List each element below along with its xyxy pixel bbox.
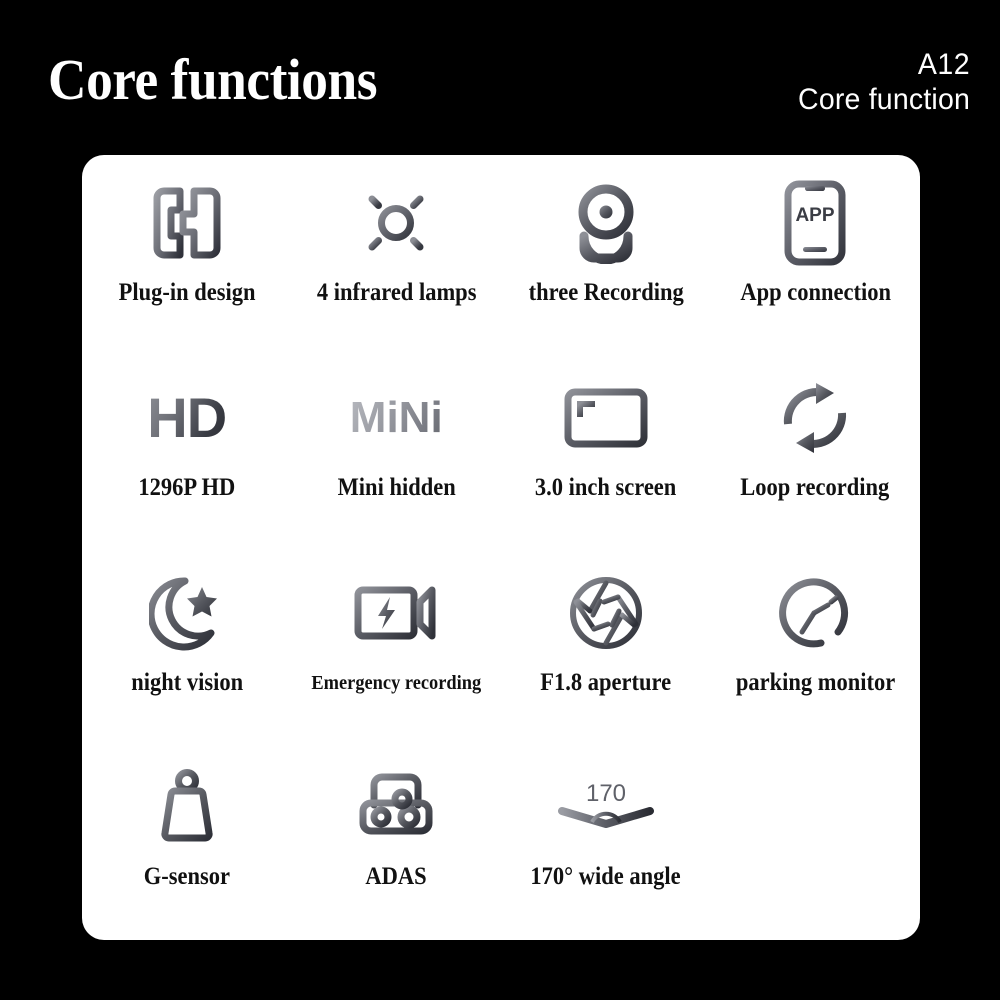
- feature-label: night vision: [130, 668, 243, 696]
- feature-label: Mini hidden: [337, 473, 456, 501]
- feature-cell[interactable]: three Recording: [501, 161, 711, 356]
- feature-cell[interactable]: 170 170° wide angle: [501, 745, 711, 940]
- wide-angle-value: 170: [586, 780, 626, 807]
- screen-icon: [564, 370, 648, 466]
- car-front-icon: [356, 759, 436, 855]
- sun-brightness-icon: [356, 175, 436, 271]
- mini-glyph-text: MiNi: [350, 390, 443, 446]
- hd-glyph-text: HD: [147, 385, 227, 449]
- feature-cell[interactable]: 3.0 inch screen: [501, 356, 711, 551]
- plug-in-design-icon: [150, 175, 224, 271]
- feature-cell[interactable]: F1.8 aperture: [501, 551, 711, 746]
- model-code: A12: [917, 48, 970, 81]
- feature-label: 4 infrared lamps: [316, 279, 477, 306]
- features-card: Plug-in design 4 infrared lamps three Re…: [82, 155, 920, 940]
- video-camera-bolt-icon: [354, 565, 438, 661]
- feature-cell[interactable]: 4 infrared lamps: [292, 161, 502, 356]
- hd-text-icon: HD: [147, 370, 227, 466]
- aperture-icon: [568, 565, 644, 661]
- feature-label: Emergency recording: [311, 671, 482, 694]
- feature-cell[interactable]: Loop recording: [711, 356, 921, 551]
- poster-header: Core functions A12 Core function: [0, 0, 1000, 155]
- feature-cell[interactable]: MiNi Mini hidden: [292, 356, 502, 551]
- phone-app-icon: APP: [784, 175, 846, 271]
- feature-label: Loop recording: [740, 473, 890, 501]
- feature-label: 170° wide angle: [530, 863, 681, 891]
- model-info: A12 Core function: [789, 48, 970, 118]
- loop-recording-icon: [776, 370, 854, 466]
- gauge-clock-icon: [776, 565, 854, 661]
- webcam-icon: [569, 175, 643, 271]
- page-title: Core functions: [48, 47, 378, 112]
- feature-cell[interactable]: G-sensor: [82, 745, 292, 940]
- feature-cell[interactable]: ADAS: [292, 745, 502, 940]
- feature-label: three Recording: [528, 279, 684, 306]
- feature-cell[interactable]: Plug-in design: [82, 161, 292, 356]
- feature-label: parking monitor: [735, 668, 895, 696]
- wide-angle-icon: 170: [554, 759, 658, 855]
- feature-label: App connection: [739, 279, 891, 306]
- feature-label: G-sensor: [143, 863, 230, 891]
- app-glyph-text: APP: [796, 205, 835, 226]
- feature-label: Plug-in design: [118, 279, 256, 306]
- feature-cell[interactable]: night vision: [82, 551, 292, 746]
- model-subtitle: Core function: [798, 83, 970, 116]
- feature-label: ADAS: [365, 863, 427, 891]
- feature-label: F1.8 aperture: [540, 668, 672, 696]
- weight-icon: [154, 759, 220, 855]
- feature-cell[interactable]: parking monitor: [711, 551, 921, 746]
- product-feature-poster: Core functions A12 Core function Plug-in…: [0, 0, 1000, 1000]
- feature-cell[interactable]: APP App connection: [711, 161, 921, 356]
- features-grid: Plug-in design 4 infrared lamps three Re…: [82, 155, 920, 940]
- feature-label: 1296P HD: [138, 473, 236, 501]
- feature-cell[interactable]: Emergency recording: [292, 551, 502, 746]
- feature-label: 3.0 inch screen: [535, 473, 677, 501]
- mini-text-icon: MiNi: [350, 370, 443, 466]
- moon-star-icon: [148, 565, 225, 661]
- feature-cell[interactable]: HD 1296P HD: [82, 356, 292, 551]
